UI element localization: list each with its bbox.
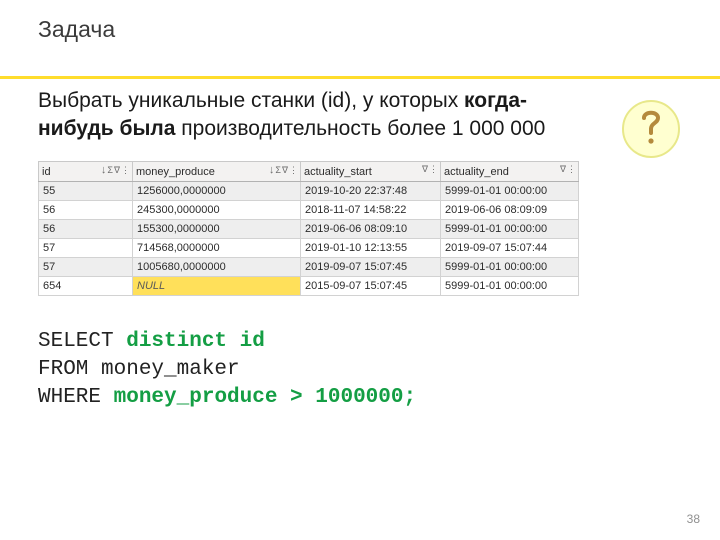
table-row: 56 155300,0000000 2019-06-06 08:09:10 59…	[39, 220, 579, 239]
slide-title: Задача	[38, 18, 128, 41]
dots-icon[interactable]: ⋮	[567, 164, 576, 175]
page-number: 38	[687, 512, 700, 526]
title-underline	[0, 76, 720, 79]
table-header-row: id ↓ Σ ∇ ⋮ money_produce ↓ Σ	[39, 162, 579, 182]
dots-icon[interactable]: ⋮	[121, 165, 130, 176]
cell-money-produce: 245300,0000000	[133, 201, 301, 220]
cell-id: 56	[39, 220, 133, 239]
sql-where-pred: money_produce > 1000000;	[114, 386, 416, 409]
cell-actuality-start: 2019-10-20 22:37:48	[301, 182, 441, 201]
cell-actuality-end: 5999-01-01 00:00:00	[441, 277, 579, 296]
table-row: 55 1256000,0000000 2019-10-20 22:37:48 5…	[39, 182, 579, 201]
cell-money-produce: 1256000,0000000	[133, 182, 301, 201]
funnel-icon[interactable]: ∇	[114, 165, 120, 176]
cell-id: 57	[39, 239, 133, 258]
cell-money-produce: 155300,0000000	[133, 220, 301, 239]
table-row: 57 1005680,0000000 2019-09-07 15:07:45 5…	[39, 258, 579, 277]
sql-block: SELECT distinct id FROM money_maker WHER…	[38, 328, 682, 412]
cell-money-produce: NULL	[133, 277, 301, 296]
funnel-icon[interactable]: ∇	[282, 165, 288, 176]
sort-desc-icon[interactable]: ↓	[101, 164, 107, 176]
cell-actuality-start: 2018-11-07 14:58:22	[301, 201, 441, 220]
cell-actuality-end: 2019-09-07 15:07:44	[441, 239, 579, 258]
cell-id: 55	[39, 182, 133, 201]
sigma-icon[interactable]: Σ	[107, 165, 113, 175]
dots-icon[interactable]: ⋮	[289, 165, 298, 176]
cell-money-produce: 1005680,0000000	[133, 258, 301, 277]
table-row: 56 245300,0000000 2018-11-07 14:58:22 20…	[39, 201, 579, 220]
cell-actuality-start: 2015-09-07 15:07:45	[301, 277, 441, 296]
col-label-id: id	[42, 166, 51, 178]
funnel-icon[interactable]: ∇	[422, 164, 428, 175]
sql-select: SELECT	[38, 330, 126, 353]
cell-actuality-start: 2019-06-06 08:09:10	[301, 220, 441, 239]
data-table: id ↓ Σ ∇ ⋮ money_produce ↓ Σ	[38, 161, 579, 296]
dots-icon[interactable]: ⋮	[429, 164, 438, 175]
question-icon	[638, 107, 664, 152]
col-label-mp: money_produce	[136, 166, 215, 178]
col-label-as: actuality_start	[304, 166, 372, 178]
cell-id: 56	[39, 201, 133, 220]
task-text: Выбрать уникальные станки (id), у которы…	[38, 87, 558, 143]
funnel-icon[interactable]: ∇	[560, 164, 566, 175]
cell-id: 654	[39, 277, 133, 296]
slide: Задача Выбрать уникальные станки (id), у…	[0, 0, 720, 540]
table-row: 57 714568,0000000 2019-01-10 12:13:55 20…	[39, 239, 579, 258]
data-table-wrap: id ↓ Σ ∇ ⋮ money_produce ↓ Σ	[38, 161, 578, 296]
cell-actuality-start: 2019-01-10 12:13:55	[301, 239, 441, 258]
table-body: 55 1256000,0000000 2019-10-20 22:37:48 5…	[39, 182, 579, 296]
col-header-actuality-end[interactable]: actuality_end ∇ ⋮	[441, 162, 579, 182]
sql-line-where: WHERE money_produce > 1000000;	[38, 384, 682, 412]
sql-distinct-id: distinct id	[126, 330, 265, 353]
cell-id: 57	[39, 258, 133, 277]
sql-line-select: SELECT distinct id	[38, 328, 682, 356]
col-label-ae: actuality_end	[444, 166, 509, 178]
sigma-icon[interactable]: Σ	[275, 165, 281, 175]
question-badge	[622, 100, 680, 158]
cell-actuality-end: 5999-01-01 00:00:00	[441, 258, 579, 277]
sql-line-from: FROM money_maker	[38, 356, 682, 384]
col-header-actuality-start[interactable]: actuality_start ∇ ⋮	[301, 162, 441, 182]
cell-actuality-end: 5999-01-01 00:00:00	[441, 182, 579, 201]
cell-actuality-end: 2019-06-06 08:09:09	[441, 201, 579, 220]
sort-desc-icon[interactable]: ↓	[269, 164, 275, 176]
cell-actuality-start: 2019-09-07 15:07:45	[301, 258, 441, 277]
sql-where-prefix: WHERE	[38, 386, 114, 409]
task-line2: производительность более 1 000 000	[175, 117, 545, 140]
col-header-money-produce[interactable]: money_produce ↓ Σ ∇ ⋮	[133, 162, 301, 182]
cell-actuality-end: 5999-01-01 00:00:00	[441, 220, 579, 239]
table-row: 654 NULL 2015-09-07 15:07:45 5999-01-01 …	[39, 277, 579, 296]
task-line1: Выбрать уникальные станки (id), у которы…	[38, 89, 464, 112]
col-header-id[interactable]: id ↓ Σ ∇ ⋮	[39, 162, 133, 182]
cell-money-produce: 714568,0000000	[133, 239, 301, 258]
